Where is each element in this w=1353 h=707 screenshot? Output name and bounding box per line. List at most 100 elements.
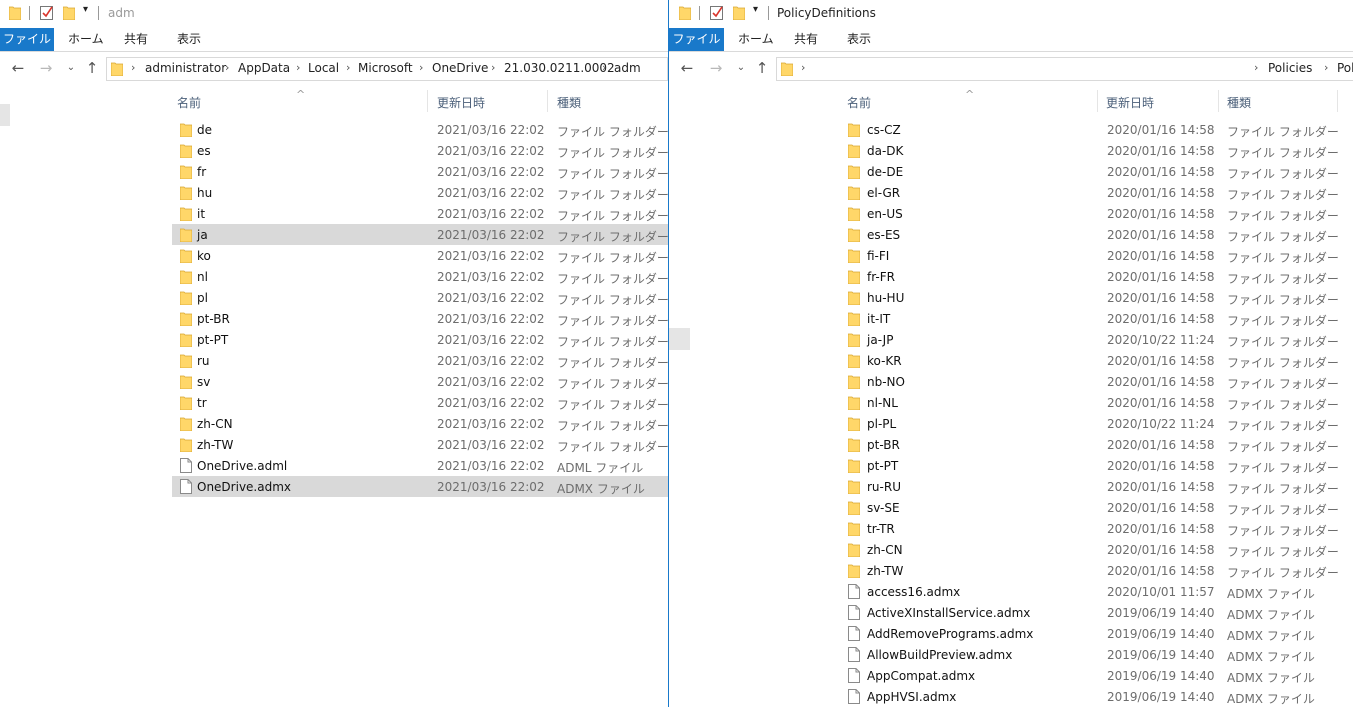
folder-row[interactable]: pt-PT 2021/03/16 22:02 ファイル フォルダー xyxy=(172,329,668,350)
breadcrumb-chevron-icon[interactable]: › xyxy=(131,61,135,74)
breadcrumb-item[interactable]: AppData xyxy=(238,61,290,75)
folder-row[interactable]: en-US 2020/01/16 14:58 ファイル フォルダー xyxy=(841,203,1353,224)
folder-row[interactable]: fr 2021/03/16 22:02 ファイル フォルダー xyxy=(172,161,668,182)
breadcrumb-chevron-icon[interactable]: › xyxy=(801,61,805,74)
breadcrumb-chevron-icon[interactable]: › xyxy=(1254,61,1258,74)
folder-row[interactable]: pt-PT 2020/01/16 14:58 ファイル フォルダー xyxy=(841,455,1353,476)
tab-home[interactable]: ホーム xyxy=(738,28,774,51)
folder-row[interactable]: ko-KR 2020/01/16 14:58 ファイル フォルダー xyxy=(841,350,1353,371)
file-row[interactable]: AddRemovePrograms.admx 2019/06/19 14:40 AD… xyxy=(841,623,1353,644)
folder-row[interactable]: zh-TW 2020/01/16 14:58 ファイル フォルダー xyxy=(841,560,1353,581)
column-header-name[interactable]: 名前 xyxy=(847,94,871,111)
breadcrumb-item[interactable]: Microsoft xyxy=(358,61,413,75)
folder-row[interactable]: pl 2021/03/16 22:02 ファイル フォルダー xyxy=(172,287,668,308)
folder-row[interactable]: zh-CN 2021/03/16 22:02 ファイル フォルダー xyxy=(172,413,668,434)
customize-toolbar-dropdown-icon[interactable]: ▾ xyxy=(753,4,758,15)
folder-row[interactable]: nl 2021/03/16 22:02 ファイル フォルダー xyxy=(172,266,668,287)
breadcrumb-chevron-icon[interactable]: › xyxy=(225,61,229,74)
folder-row[interactable]: es 2021/03/16 22:02 ファイル フォルダー xyxy=(172,140,668,161)
folder-row[interactable]: tr-TR 2020/01/16 14:58 ファイル フォルダー xyxy=(841,518,1353,539)
folder-row[interactable]: ja 2021/03/16 22:02 ファイル フォルダー xyxy=(172,224,668,245)
folder-row[interactable]: hu-HU 2020/01/16 14:58 ファイル フォルダー xyxy=(841,287,1353,308)
file-row[interactable]: OneDrive.adml 2021/03/16 22:02 ADML ファイル xyxy=(172,455,668,476)
folder-row[interactable]: ja-JP 2020/10/22 11:24 ファイル フォルダー xyxy=(841,329,1353,350)
forward-arrow-icon[interactable]: → xyxy=(708,60,724,76)
column-header-name[interactable]: 名前 xyxy=(177,94,201,111)
folder-row[interactable]: el-GR 2020/01/16 14:58 ファイル フォルダー xyxy=(841,182,1353,203)
column-header-type[interactable]: 種類 xyxy=(1227,94,1251,111)
recent-locations-chevron-icon[interactable]: ⌄ xyxy=(63,60,79,76)
navigation-pane-selected-item[interactable] xyxy=(669,328,690,350)
folder-row[interactable]: nl-NL 2020/01/16 14:58 ファイル フォルダー xyxy=(841,392,1353,413)
folder-row[interactable]: cs-CZ 2020/01/16 14:58 ファイル フォルダー xyxy=(841,119,1353,140)
properties-icon[interactable] xyxy=(710,5,724,20)
breadcrumb-chevron-icon[interactable]: › xyxy=(346,61,350,74)
column-header-type[interactable]: 種類 xyxy=(557,94,581,111)
breadcrumb-item[interactable]: OneDrive xyxy=(432,61,488,75)
breadcrumb-item[interactable]: Poli xyxy=(1337,61,1353,75)
folder-row[interactable]: pt-BR 2020/01/16 14:58 ファイル フォルダー xyxy=(841,434,1353,455)
folder-row[interactable]: fi-FI 2020/01/16 14:58 ファイル フォルダー xyxy=(841,245,1353,266)
folder-row[interactable]: de-DE 2020/01/16 14:58 ファイル フォルダー xyxy=(841,161,1353,182)
breadcrumb-item[interactable]: adm xyxy=(614,61,641,75)
breadcrumb-item[interactable]: Local xyxy=(308,61,339,75)
file-row[interactable]: OneDrive.admx 2021/03/16 22:02 ADMX ファイル xyxy=(172,476,668,497)
folder-row[interactable]: tr 2021/03/16 22:02 ファイル フォルダー xyxy=(172,392,668,413)
breadcrumb-chevron-icon[interactable]: › xyxy=(419,61,423,74)
back-arrow-icon[interactable]: ← xyxy=(679,60,695,76)
breadcrumb-chevron-icon[interactable]: › xyxy=(1324,61,1328,74)
folder-row[interactable]: sv 2021/03/16 22:02 ファイル フォルダー xyxy=(172,371,668,392)
column-divider[interactable] xyxy=(1218,90,1219,112)
folder-row[interactable]: de 2021/03/16 22:02 ファイル フォルダー xyxy=(172,119,668,140)
folder-row[interactable]: pl-PL 2020/10/22 11:24 ファイル フォルダー xyxy=(841,413,1353,434)
folder-row[interactable]: zh-CN 2020/01/16 14:58 ファイル フォルダー xyxy=(841,539,1353,560)
folder-row[interactable]: ko 2021/03/16 22:02 ファイル フォルダー xyxy=(172,245,668,266)
breadcrumb-chevron-icon[interactable]: › xyxy=(296,61,300,74)
address-bar[interactable]: › › Policies › Poli xyxy=(776,57,1353,81)
address-bar[interactable]: › administrator › AppData › Local › Micr… xyxy=(106,57,668,81)
breadcrumb-item[interactable]: 21.030.0211.0002 xyxy=(504,61,615,75)
folder-row[interactable]: ru-RU 2020/01/16 14:58 ファイル フォルダー xyxy=(841,476,1353,497)
file-row[interactable]: AppHVSI.admx 2019/06/19 14:40 ADMX ファイル xyxy=(841,686,1353,707)
file-row[interactable]: access16.admx 2020/10/01 11:57 ADMX ファイル xyxy=(841,581,1353,602)
breadcrumb-chevron-icon[interactable]: › xyxy=(491,61,495,74)
tab-view[interactable]: 表示 xyxy=(177,28,201,51)
navigation-pane-selected-item[interactable] xyxy=(0,104,10,126)
column-header-date[interactable]: 更新日時 xyxy=(1106,94,1154,111)
column-divider[interactable] xyxy=(1337,90,1338,112)
up-arrow-icon[interactable]: ↑ xyxy=(754,60,770,76)
column-divider[interactable] xyxy=(427,90,428,112)
recent-locations-chevron-icon[interactable]: ⌄ xyxy=(733,60,749,76)
breadcrumb-chevron-icon[interactable]: › xyxy=(602,61,606,74)
tab-home[interactable]: ホーム xyxy=(68,28,104,51)
breadcrumb-item[interactable]: Policies xyxy=(1268,61,1312,75)
folder-row[interactable]: nb-NO 2020/01/16 14:58 ファイル フォルダー xyxy=(841,371,1353,392)
up-arrow-icon[interactable]: ↑ xyxy=(84,60,100,76)
tab-view[interactable]: 表示 xyxy=(847,28,871,51)
back-arrow-icon[interactable]: ← xyxy=(10,60,26,76)
folder-row[interactable]: pt-BR 2021/03/16 22:02 ファイル フォルダー xyxy=(172,308,668,329)
folder-row[interactable]: sv-SE 2020/01/16 14:58 ファイル フォルダー xyxy=(841,497,1353,518)
column-header-date[interactable]: 更新日時 xyxy=(437,94,485,111)
folder-row[interactable]: it-IT 2020/01/16 14:58 ファイル フォルダー xyxy=(841,308,1353,329)
file-row[interactable]: ActiveXInstallService.admx 2019/06/19 14:… xyxy=(841,602,1353,623)
folder-row[interactable]: fr-FR 2020/01/16 14:58 ファイル フォルダー xyxy=(841,266,1353,287)
folder-row[interactable]: es-ES 2020/01/16 14:58 ファイル フォルダー xyxy=(841,224,1353,245)
properties-icon[interactable] xyxy=(40,5,54,20)
tab-share[interactable]: 共有 xyxy=(124,28,148,51)
new-folder-icon[interactable] xyxy=(733,5,745,20)
folder-row[interactable]: hu 2021/03/16 22:02 ファイル フォルダー xyxy=(172,182,668,203)
tab-file[interactable]: ファイル xyxy=(669,28,724,51)
forward-arrow-icon[interactable]: → xyxy=(38,60,54,76)
folder-row[interactable]: ru 2021/03/16 22:02 ファイル フォルダー xyxy=(172,350,668,371)
column-divider[interactable] xyxy=(1097,90,1098,112)
breadcrumb-item[interactable]: administrator xyxy=(145,61,226,75)
folder-row[interactable]: da-DK 2020/01/16 14:58 ファイル フォルダー xyxy=(841,140,1353,161)
folder-row[interactable]: it 2021/03/16 22:02 ファイル フォルダー xyxy=(172,203,668,224)
file-row[interactable]: AppCompat.admx 2019/06/19 14:40 ADMX ファイル xyxy=(841,665,1353,686)
customize-toolbar-dropdown-icon[interactable]: ▾ xyxy=(83,4,88,15)
column-divider[interactable] xyxy=(547,90,548,112)
tab-share[interactable]: 共有 xyxy=(794,28,818,51)
folder-row[interactable]: zh-TW 2021/03/16 22:02 ファイル フォルダー xyxy=(172,434,668,455)
tab-file[interactable]: ファイル xyxy=(0,28,54,51)
